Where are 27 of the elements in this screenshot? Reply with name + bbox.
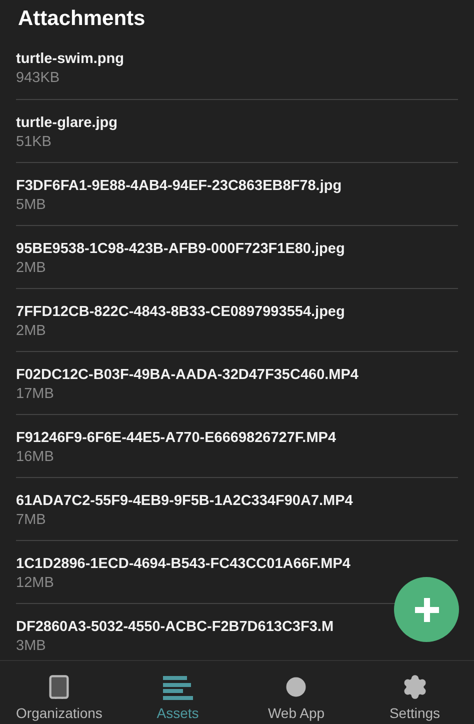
file-name[interactable]: F3DF6FA1-9E88-4AB4-94EF-23C863EB8F78.jpg (16, 176, 342, 196)
file-size: 51KB (16, 133, 52, 151)
file-size: 943KB (16, 69, 60, 87)
file-name[interactable]: turtle-glare.jpg (16, 113, 118, 133)
tab-bar-item[interactable]: Organizations (0, 661, 118, 724)
file-size: 17MB (16, 385, 54, 403)
file-name[interactable]: F02DC12C-B03F-49BA-AADA-32D47F35C460.MP4 (16, 365, 358, 385)
file-size: 2MB (16, 322, 46, 340)
file-size: 2MB (16, 259, 46, 277)
file-name[interactable]: 61ADA7C2-55F9-4EB9-9F5B-1A2C334F90A7.MP4 (16, 491, 353, 511)
file-name[interactable]: DF2860A3-5032-4550-ACBC-F2B7D613C3F3.M (16, 617, 334, 637)
file-name[interactable]: turtle-swim.png (16, 49, 124, 69)
tab-bar-item[interactable]: Web App (237, 661, 356, 724)
file-size: 12MB (16, 574, 54, 592)
file-size: 7MB (16, 511, 46, 529)
file-size: 16MB (16, 448, 54, 466)
lines-icon (162, 676, 193, 700)
file-size: 3MB (16, 637, 46, 655)
file-name[interactable]: F91246F9-6F6E-44E5-A770-E6669826727F.MP4 (16, 428, 336, 448)
page-title: Attachments (18, 8, 146, 28)
plus-icon (414, 598, 438, 622)
tab-bar-item[interactable]: Settings (356, 661, 474, 724)
file-size: 5MB (16, 196, 46, 214)
file-name[interactable]: 1C1D2896-1ECD-4694-B543-FC43CC01A66F.MP4 (16, 554, 350, 574)
tab-bar-item[interactable]: Assets (118, 661, 237, 724)
file-name[interactable]: 95BE9538-1C98-423B-AFB9-000F723F1E80.jpeg (16, 239, 345, 259)
file-name[interactable]: 7FFD12CB-822C-4843-8B33-CE0897993554.jpeg (16, 302, 345, 322)
